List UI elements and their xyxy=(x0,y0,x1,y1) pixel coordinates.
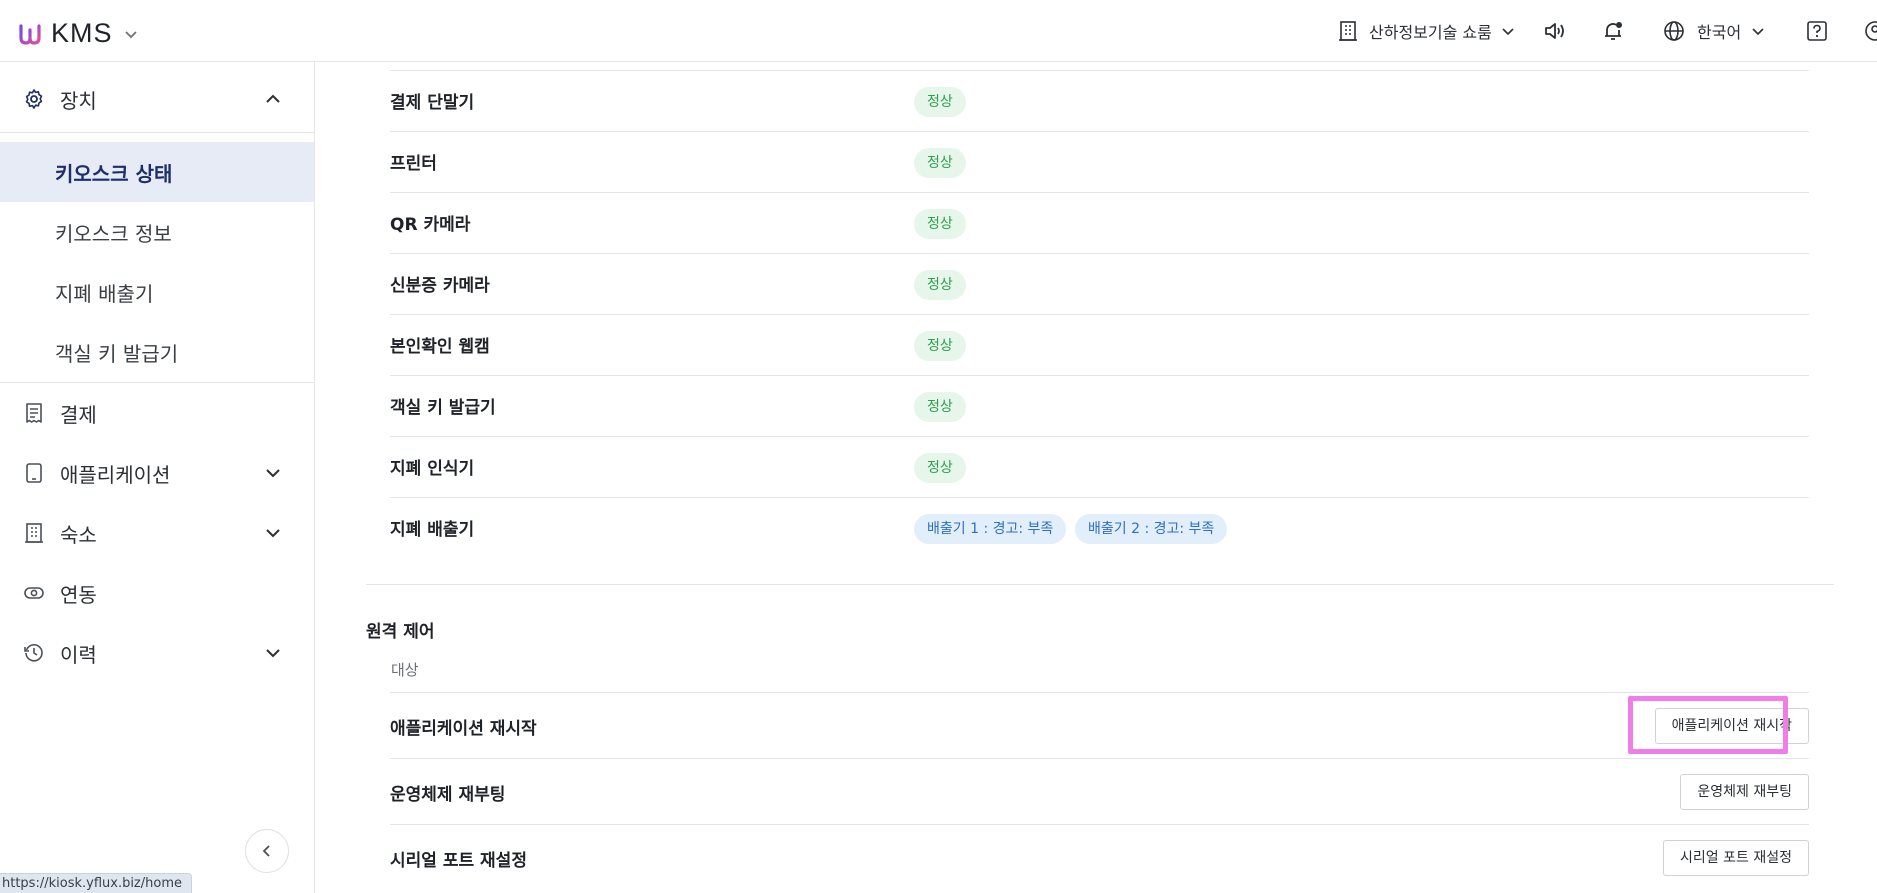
nav-lodging-label: 숙소 xyxy=(60,522,97,547)
logo-icon xyxy=(19,23,41,45)
remote-action-name: 시리얼 포트 재설정 xyxy=(390,851,527,871)
device-name: QR 카메라 xyxy=(390,215,471,235)
device-name: 프린터 xyxy=(390,154,437,174)
top-header: KMS 산하정보기술 쇼룸 한국어 xyxy=(0,0,1877,62)
sidebar-item-label: 키오스크 정보 xyxy=(55,221,172,246)
sidebar-item-kiosk-status[interactable]: 키오스크 상태 xyxy=(0,142,314,202)
device-name: 지폐 배출기 xyxy=(390,520,475,540)
nav-history[interactable]: 이력 xyxy=(0,625,314,681)
app-name: KMS xyxy=(51,18,113,48)
divider xyxy=(0,382,314,383)
divider xyxy=(0,132,314,133)
status-badge: 정상 xyxy=(914,453,966,483)
nav-application-label: 애플리케이션 xyxy=(60,462,171,487)
link-icon xyxy=(24,587,44,599)
language-selector[interactable]: 한국어 xyxy=(1663,14,1765,48)
table-row: 신분증 카메라 정상 xyxy=(390,254,1809,315)
table-row: 프린터 정상 xyxy=(390,132,1809,193)
building-icon xyxy=(25,523,43,543)
status-badge: 정상 xyxy=(914,87,966,117)
status-badge: 정상 xyxy=(914,270,966,300)
reboot-os-button[interactable]: 운영체제 재부팅 xyxy=(1680,774,1809,810)
history-icon xyxy=(24,644,43,662)
chevron-down-icon xyxy=(1502,28,1514,36)
language-label: 한국어 xyxy=(1697,23,1742,42)
nav-integration-label: 연동 xyxy=(60,582,97,607)
sidebar-item-label: 키오스크 상태 xyxy=(55,161,173,186)
sidebar-item-label: 객실 키 발급기 xyxy=(55,341,179,366)
table-row: 본인확인 웹캠 정상 xyxy=(390,315,1809,376)
table-row: QR 카메라 정상 xyxy=(390,193,1809,254)
status-badge: 정상 xyxy=(914,392,966,422)
status-badge: 배출기 2 : 경고: 부족 xyxy=(1075,514,1228,544)
restart-application-button[interactable]: 애플리케이션 재시작 xyxy=(1654,708,1809,744)
account-button[interactable] xyxy=(1864,14,1877,48)
nav-device-label: 장치 xyxy=(60,88,97,113)
nav-payment-label: 결제 xyxy=(60,402,97,427)
app-logo[interactable]: KMS xyxy=(18,18,139,49)
status-badge: 정상 xyxy=(914,209,966,239)
column-header-target: 대상 xyxy=(391,661,419,679)
reset-serial-port-button[interactable]: 시리얼 포트 재설정 xyxy=(1663,840,1809,876)
device-name: 신분증 카메라 xyxy=(390,276,490,296)
store-selector[interactable]: 산하정보기술 쇼룸 xyxy=(1338,14,1515,48)
tablet-icon xyxy=(26,463,42,483)
sidebar-item-bill-dispenser[interactable]: 지폐 배출기 xyxy=(0,262,314,322)
device-name: 본인확인 웹캠 xyxy=(390,337,490,357)
table-row: 지폐 인식기 정상 xyxy=(390,437,1809,498)
help-icon xyxy=(1807,21,1827,41)
store-name: 산하정보기술 쇼룸 xyxy=(1369,23,1492,42)
divider xyxy=(366,584,1834,585)
nav-lodging[interactable]: 숙소 xyxy=(0,505,314,561)
help-button[interactable] xyxy=(1806,14,1828,48)
table-row: 운영체제 재부팅 운영체제 재부팅 xyxy=(390,758,1809,824)
status-badge: 정상 xyxy=(914,331,966,361)
gear-icon xyxy=(25,89,43,109)
chevron-down-icon xyxy=(124,30,137,38)
collapse-sidebar-button[interactable] xyxy=(245,829,289,873)
chevron-down-icon xyxy=(266,649,280,658)
status-badge: 배출기 1 : 경고: 부족 xyxy=(914,514,1067,544)
sidebar: 장치 키오스크 상태 키오스크 정보 지폐 배출기 객실 키 발급기 결제 애플… xyxy=(0,62,315,893)
bell-icon xyxy=(1605,22,1622,40)
chevron-down-icon xyxy=(266,529,280,538)
status-bar-url: https://kiosk.yflux.biz/home xyxy=(0,873,192,893)
chevron-down-icon xyxy=(1752,28,1764,36)
notifications-button[interactable] xyxy=(1601,14,1625,48)
device-name: 객실 키 발급기 xyxy=(390,398,496,418)
table-row: 결제 단말기 정상 xyxy=(390,71,1809,132)
nav-payment[interactable]: 결제 xyxy=(0,385,314,441)
speaker-icon xyxy=(1545,23,1564,39)
sound-button[interactable] xyxy=(1543,14,1567,48)
sidebar-item-label: 지폐 배출기 xyxy=(55,281,154,306)
chevron-left-icon xyxy=(262,845,270,857)
status-badge: 정상 xyxy=(914,148,966,178)
receipt-icon xyxy=(26,403,42,423)
device-name: 지폐 인식기 xyxy=(390,459,475,479)
table-row: 객실 키 발급기 정상 xyxy=(390,376,1809,437)
chevron-up-icon xyxy=(266,94,280,103)
table-row: 시리얼 포트 재설정 시리얼 포트 재설정 xyxy=(390,824,1809,890)
nav-history-label: 이력 xyxy=(60,642,97,667)
table-row: 애플리케이션 재시작 애플리케이션 재시작 xyxy=(390,692,1809,758)
main-content: 결제 단말기 정상 프린터 정상 QR 카메라 정상 신분증 카메라 정상 본인… xyxy=(340,62,1877,893)
device-name: 결제 단말기 xyxy=(390,93,475,113)
remote-action-name: 애플리케이션 재시작 xyxy=(390,719,537,739)
chevron-down-icon xyxy=(266,469,280,478)
remote-control-title: 원격 제어 xyxy=(366,622,435,642)
remote-action-name: 운영체제 재부팅 xyxy=(390,785,506,805)
sidebar-item-room-key-issuer[interactable]: 객실 키 발급기 xyxy=(0,322,314,382)
nav-device[interactable]: 장치 xyxy=(0,71,314,127)
account-icon xyxy=(1865,21,1877,41)
nav-integration[interactable]: 연동 xyxy=(0,565,314,621)
nav-application[interactable]: 애플리케이션 xyxy=(0,445,314,501)
table-row: 지폐 배출기 배출기 1 : 경고: 부족 배출기 2 : 경고: 부족 xyxy=(390,498,1809,559)
sidebar-item-kiosk-info[interactable]: 키오스크 정보 xyxy=(0,202,314,262)
building-icon xyxy=(1339,21,1357,41)
globe-icon xyxy=(1664,21,1684,41)
